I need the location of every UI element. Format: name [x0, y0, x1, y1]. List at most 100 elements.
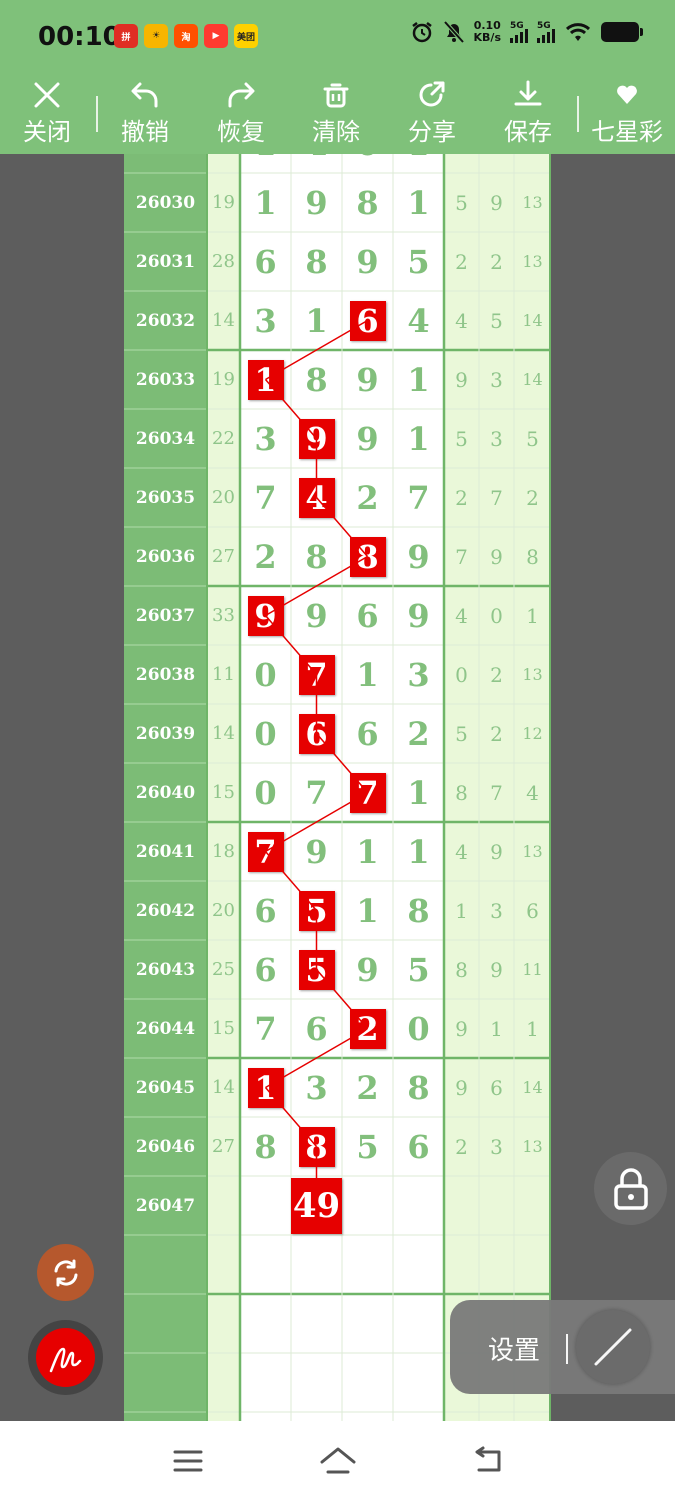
sum-value: 33	[212, 605, 235, 626]
period-number: 26034	[135, 428, 196, 449]
digit-cell: 6	[305, 1009, 328, 1048]
heart-icon	[617, 85, 637, 104]
digit-cell	[342, 1235, 393, 1294]
sum-value: 20	[212, 900, 235, 921]
lock-button[interactable]	[594, 1152, 667, 1225]
share-icon	[419, 81, 445, 107]
highlight-box: 9	[247, 595, 284, 636]
digit-cell: 6	[407, 1127, 430, 1166]
lottery-type-dropdown[interactable]: 七星彩	[586, 74, 668, 154]
digit-cell: 9	[356, 419, 379, 458]
stat-cell: 2	[455, 249, 468, 274]
stat-cell	[444, 1176, 479, 1235]
digit-cell: 0	[342, 154, 393, 173]
settings-button[interactable]: 设置	[488, 1330, 540, 1367]
stat-cell: 9	[490, 544, 503, 569]
table-row: 26044 15 7 6 2 0 9 1 1	[124, 999, 551, 1058]
digit-cell: 6	[254, 242, 277, 281]
highlighted-digit: 7	[240, 822, 291, 881]
digit-cell: 9	[356, 360, 379, 399]
digit-cell: 0	[254, 714, 277, 753]
stat-cell: 9	[490, 190, 503, 215]
digit-cell: 2	[356, 1068, 379, 1107]
stat-cell	[514, 1235, 551, 1294]
signal-label: 5G	[510, 21, 524, 31]
save-button[interactable]: 保存	[493, 74, 563, 154]
period-number: 26041	[135, 841, 196, 862]
stat-cell: 1	[526, 1016, 539, 1041]
stat-cell: 3	[490, 898, 503, 923]
digit-cell: 2	[254, 537, 277, 576]
highlighted-digit: 5	[291, 940, 342, 999]
sum-value: 15	[212, 1018, 235, 1039]
stat-cell	[514, 1176, 551, 1235]
line-tool-button[interactable]	[576, 1310, 650, 1384]
digit-cell: 9	[356, 950, 379, 989]
digit-cell: 6	[356, 714, 379, 753]
stat-cell: 2	[490, 249, 503, 274]
digit-cell: 3	[407, 655, 430, 694]
table-row: 26039 14 0 6 6 2 5 2 12	[124, 704, 551, 763]
menu-nav-button[interactable]	[168, 1441, 208, 1481]
status-indicators: 0.10 KB/s 5G 5G	[410, 20, 643, 44]
sync-button[interactable]	[37, 1244, 94, 1301]
sum-value: 27	[212, 1136, 235, 1157]
stat-cell: 9	[490, 957, 503, 982]
pen-tool-button[interactable]	[28, 1320, 103, 1395]
digit-cell: 3	[254, 301, 277, 340]
table-row: 26047 49	[124, 1176, 551, 1235]
period-number	[124, 1353, 207, 1412]
period-number: 26032	[135, 310, 196, 331]
stat-cell: 9	[455, 1016, 468, 1041]
stat-cell: 8	[455, 957, 468, 982]
back-nav-button[interactable]	[468, 1441, 508, 1481]
digit-cell	[393, 1235, 444, 1294]
trend-chart[interactable]: 2602914012603019198159132603128689522132…	[124, 154, 551, 1421]
undo-icon	[131, 82, 158, 108]
table-row: 26038 11 0 7 1 3 0 2 13	[124, 645, 551, 704]
digit-cell: 9	[407, 596, 430, 635]
back-icon	[475, 1446, 501, 1472]
table-row: 26031 28 6 8 9 5 2 2 13	[124, 232, 551, 291]
stat-cell	[444, 1235, 479, 1294]
digit-cell: 8	[254, 1127, 277, 1166]
table-row	[124, 1235, 551, 1294]
highlight-box: 9	[298, 418, 335, 459]
share-button[interactable]: 分享	[397, 74, 467, 154]
signal-strength-icon: 5G	[510, 21, 528, 43]
home-nav-button[interactable]	[318, 1441, 358, 1481]
table-row: 26041 18 7 9 1 1 4 9 13	[124, 822, 551, 881]
digit-cell: 1	[407, 773, 430, 812]
highlighted-digit: 6	[291, 704, 342, 763]
undo-button[interactable]: 撤销	[110, 74, 180, 154]
stat-cell: 8	[526, 544, 539, 569]
digit-cell	[240, 1353, 291, 1412]
digit-cell: 0	[254, 655, 277, 694]
table-row: 26030 19 1 9 8 1 5 9 13	[124, 173, 551, 232]
digit-cell: 9	[407, 537, 430, 576]
close-button[interactable]: 关闭	[12, 74, 82, 154]
highlight-box: 49	[291, 1177, 342, 1234]
table-row: 26046 27 8 8 5 6 2 3 13	[124, 1117, 551, 1176]
sum-value: 11	[212, 664, 235, 685]
stat-cell: 5	[455, 721, 468, 746]
sum-value: 14	[212, 723, 235, 744]
home-icon	[320, 1447, 356, 1474]
redo-button[interactable]: 恢复	[206, 74, 276, 154]
digit-cell: 6	[254, 950, 277, 989]
clear-button[interactable]: 清除	[301, 74, 371, 154]
settings-separator	[566, 1334, 568, 1364]
sum-value	[207, 154, 240, 173]
digit-cell	[240, 1176, 291, 1235]
stat-cell: 4	[455, 308, 468, 333]
highlighted-digit: 2	[342, 999, 393, 1058]
digit-cell	[393, 1294, 444, 1353]
sum-value: 15	[212, 782, 235, 803]
highlighted-digit: 9	[240, 586, 291, 645]
stat-cell: 6	[526, 898, 539, 923]
digit-cell: 1	[356, 891, 379, 930]
period-number: 26036	[135, 546, 196, 567]
stat-cell: 13	[522, 842, 543, 861]
stat-cell: 9	[455, 1075, 468, 1100]
stat-cell: 9	[490, 839, 503, 864]
